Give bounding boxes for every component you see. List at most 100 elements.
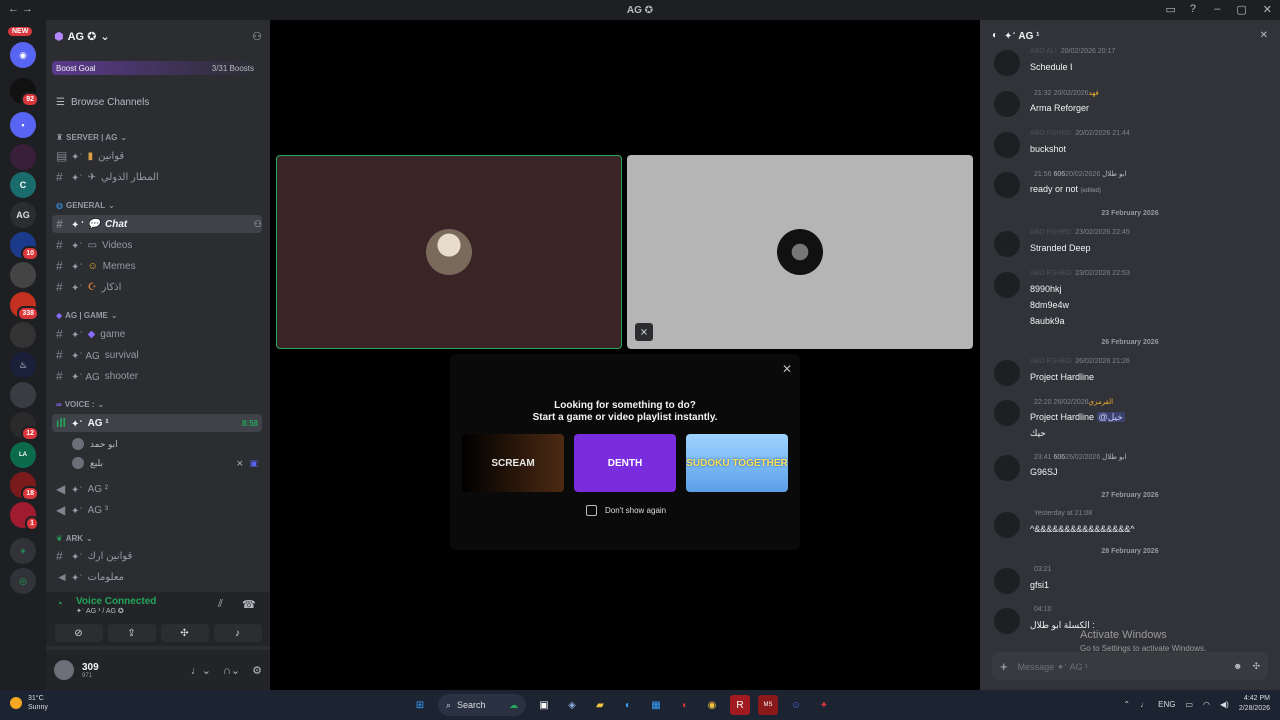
network-icon[interactable]: ▭ [1185,700,1193,709]
language-indicator[interactable]: ENG [1158,700,1175,709]
microphone-icon[interactable]: ♩⌄ [191,664,211,677]
chevron-up-icon[interactable]: ⌃ [1123,700,1130,709]
channel-item[interactable]: # ✦ॱ قوانين ارك [52,547,262,565]
invite-icon[interactable]: ⚇ [252,30,262,43]
user-mention[interactable]: @خيل [1096,412,1125,422]
category-server[interactable]: ♜ SERVER | AG ⌄ [56,133,127,142]
channel-item-chat[interactable]: # ✦ॱ 💬 Chat ⚇ [52,215,262,233]
steam-icon[interactable]: ♨ [10,352,36,378]
disconnect-icon[interactable]: ☎ [242,598,256,611]
channel-item[interactable]: # ✦ॱ ✈ المطار الدولي [52,168,262,186]
copilot-icon[interactable]: ◈ [562,695,582,715]
minimize-button[interactable]: – [1214,3,1220,16]
add-member-icon[interactable]: ⚇ [254,219,262,230]
server-icon[interactable] [10,382,36,408]
author-name[interactable]: ABO RSHED [1030,229,1071,236]
avatar[interactable] [994,272,1020,298]
app-icon[interactable]: R [730,695,750,715]
chrome-icon[interactable]: ◉ [702,695,722,715]
boost-goal-bar[interactable]: Boost Goal 3/31 Boosts [52,61,258,75]
server-icon[interactable]: ▪ [10,112,36,138]
server-icon[interactable] [10,144,36,170]
plus-icon[interactable]: + [1000,659,1008,674]
discord-icon[interactable]: ☺ [786,695,806,715]
voice-channel[interactable]: ◀ ✦ॱ AG ³ [52,501,262,519]
author-name[interactable]: فهد [1089,90,1099,97]
file-explorer-icon[interactable]: ▰ [590,695,610,715]
server-icon[interactable]: 338 [10,292,39,321]
avatar[interactable] [994,132,1020,158]
channel-item[interactable]: # ✦ॱ AG shooter [52,367,262,385]
video-tile-speaking[interactable] [276,155,622,349]
channel-item[interactable]: # ✦ॱ ☺ Memes [52,257,262,275]
app-icon[interactable]: MS [758,695,778,715]
voice-user[interactable]: بلبع ⨯ ▣ [72,454,258,472]
discover-icon[interactable]: ◎ [10,568,36,594]
server-icon[interactable]: 92 [10,78,39,107]
close-window-button[interactable]: ✕ [1263,3,1272,16]
author-name[interactable]: ABO RSHED [1030,358,1071,365]
channel-item[interactable]: # ✦ॱ ☪ اذكار [52,278,262,296]
server-icon-ag[interactable]: AG [10,202,36,228]
apps-icon[interactable]: ✣ [1252,661,1260,672]
gear-icon[interactable]: ⚙ [252,664,262,677]
server-icon[interactable] [10,262,36,288]
weather-widget[interactable]: 31°C Sunny [10,694,48,712]
server-icon[interactable]: 1 [10,502,39,531]
edge-icon[interactable]: ◐ [618,695,638,715]
close-chat-icon[interactable]: ✕ [1260,30,1268,41]
voice-user[interactable]: ابو حمد [72,435,118,453]
task-view-icon[interactable]: ▣ [534,695,554,715]
screen-share-button[interactable]: ⇪ [107,624,156,642]
help-icon[interactable]: ? [1190,3,1196,16]
voice-channel-active[interactable]: ıll ✦ॱ AG ¹ 8:58 [52,414,262,432]
app-icon[interactable]: ✦ [814,695,834,715]
dont-show-again[interactable]: Don't show again [586,505,666,516]
noise-suppression-icon[interactable]: ⫽ [218,598,223,611]
author-name[interactable]: ABO RSHED [1030,270,1071,277]
avatar[interactable] [994,568,1020,594]
author-name[interactable]: القرمزي [1089,399,1114,406]
channel-item[interactable]: ▤ ✦ॱ ▮ قوانين [52,147,262,165]
message-input[interactable]: + Message ✦ॱ AG ¹ ☻ ✣ [992,652,1268,680]
voice-status[interactable]: Voice Connected [54,596,262,607]
category-game[interactable]: ◆ AG | game ⌄ [56,311,118,320]
channel-item[interactable]: # ✦ॱ AG survival [52,346,262,364]
avatar[interactable] [54,660,74,680]
channel-item[interactable]: # ✦ॱ ▭ Videos [52,236,262,254]
inbox-icon[interactable]: ▭ [1165,3,1175,16]
voice-channel-path[interactable]: ✦ॱ AG ¹ / AG ✪ [54,607,262,616]
avatar[interactable] [994,172,1020,198]
server-icon[interactable]: 10 [10,232,39,261]
camera-off-button[interactable]: ⊘ [54,624,103,642]
avatar[interactable] [994,400,1020,426]
activity-card-denth[interactable]: DENTH [574,434,676,492]
emoji-icon[interactable]: ☻ [1233,661,1242,672]
video-tile[interactable]: ⨯ [627,155,973,349]
add-server-icon[interactable]: + [10,538,36,564]
category-general[interactable]: ◍ General ⌄ [56,201,115,210]
clock[interactable]: 4:42 PM 2/28/2026 [1239,694,1270,714]
activity-card-scream[interactable]: SCREAM [462,434,564,492]
checkbox[interactable] [586,505,597,516]
maximize-button[interactable]: ▢ [1236,3,1246,16]
activity-button[interactable]: ✣ [160,624,209,642]
server-icon[interactable]: 18 [10,472,39,501]
store-icon[interactable]: ▦ [646,695,666,715]
message-placeholder[interactable]: Message ✦ॱ AG ¹ [1018,660,1088,673]
channel-item[interactable]: ◄ ✦ॱ معلومات [52,568,262,586]
server-icon[interactable]: C [10,172,36,198]
taskbar-search[interactable]: ⌕ Search ☁ [438,694,526,716]
browse-channels[interactable]: ☰ Browse Channels [56,97,149,108]
username[interactable]: 309 [82,662,99,673]
server-header[interactable]: ⬢ AG ✪ ⌄ ⚇ [54,28,262,44]
headphones-icon[interactable]: ∩⌄ [223,664,240,677]
close-icon[interactable]: ✕ [782,362,792,376]
server-icon[interactable]: LA [10,442,36,468]
avatar[interactable] [994,360,1020,386]
app-icon[interactable]: ◖ [674,695,694,715]
mic-tray-icon[interactable]: ♩ [1140,700,1148,709]
avatar[interactable] [994,512,1020,538]
server-icon[interactable]: 12 [10,412,39,441]
soundboard-button[interactable]: ♪ [213,624,262,642]
